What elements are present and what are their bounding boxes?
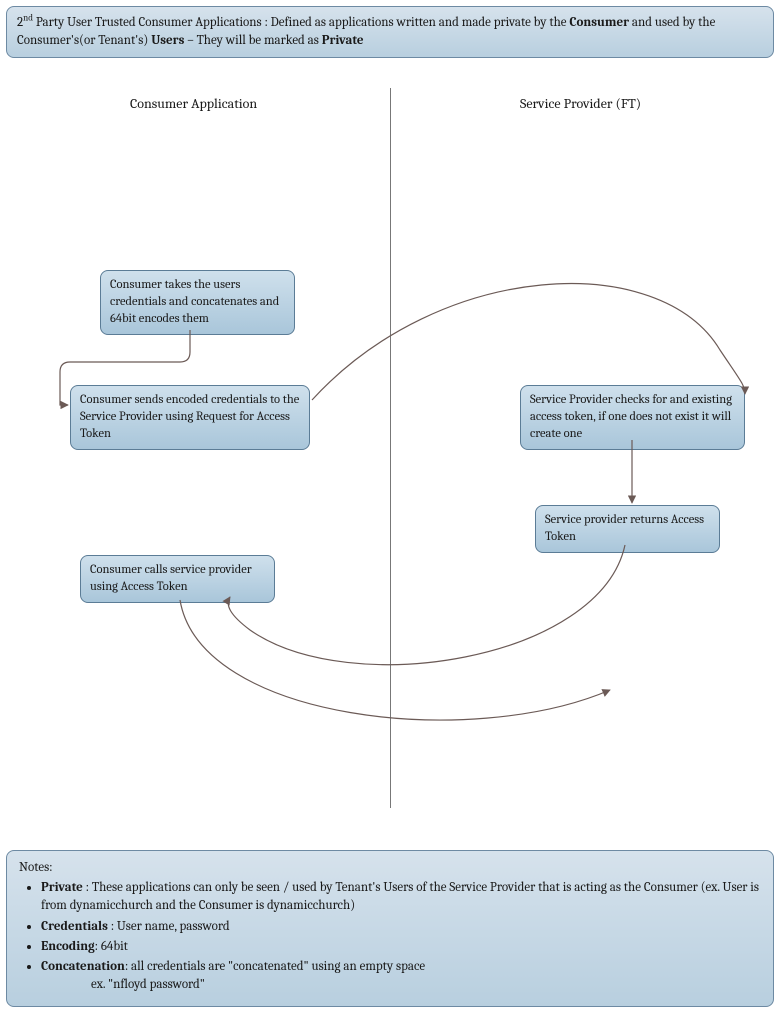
definition-text: 2nd Party User Trusted Consumer Applicat… bbox=[17, 15, 715, 48]
node-provider-return: Service provider returns Access Token bbox=[535, 505, 720, 553]
node-consumer-encode: Consumer takes the users credentials and… bbox=[100, 270, 295, 335]
column-label-left: Consumer Application bbox=[130, 95, 257, 112]
node-consumer-send: Consumer sends encoded credentials to th… bbox=[70, 385, 310, 450]
notes-item: Concatenation: all credentials are "conc… bbox=[41, 958, 761, 994]
notes-example: ex. "nfloyd password" bbox=[41, 976, 761, 994]
swimlane-divider bbox=[390, 88, 391, 808]
node-provider-check: Service Provider checks for and existing… bbox=[520, 385, 745, 450]
notes-title: Notes: bbox=[19, 859, 761, 877]
notes-item: Encoding: 64bit bbox=[41, 938, 761, 956]
node-consumer-call: Consumer calls service provider using Ac… bbox=[80, 555, 275, 603]
column-label-right: Service Provider (FT) bbox=[520, 95, 641, 112]
notes-item: Private : These applications can only be… bbox=[41, 879, 761, 915]
notes-item: Credentials : User name, password bbox=[41, 918, 761, 936]
notes-box: Notes: Private : These applications can … bbox=[6, 850, 774, 1007]
notes-list: Private : These applications can only be… bbox=[19, 879, 761, 994]
definition-box: 2nd Party User Trusted Consumer Applicat… bbox=[6, 6, 774, 58]
